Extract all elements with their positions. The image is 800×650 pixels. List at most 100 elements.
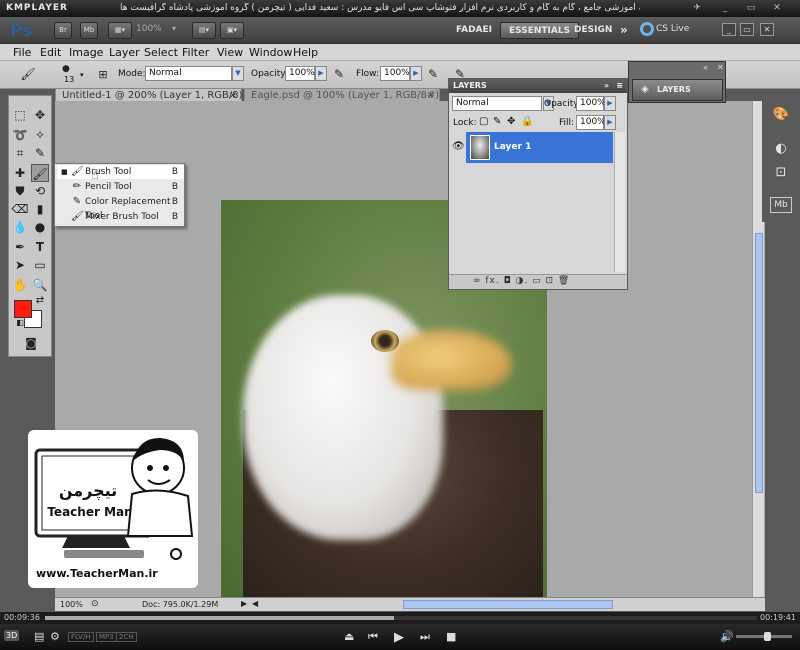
menu-filter[interactable]: Filter [182, 46, 209, 59]
crop-tool-icon[interactable]: ⌗ [11, 144, 29, 162]
bridge-button[interactable]: Br [54, 22, 72, 39]
zoom-level[interactable]: 100% [136, 24, 162, 34]
lock-position-icon[interactable]: ✥ [507, 116, 515, 127]
pen-tool-icon[interactable]: ✒ [11, 238, 29, 256]
opacity-slider-icon[interactable]: ▶ [315, 66, 327, 81]
vertical-scroll-thumb[interactable] [755, 233, 763, 493]
layers-scrollbar[interactable] [614, 132, 625, 272]
layer-row[interactable]: Layer 1 [466, 132, 613, 163]
playlist-icon[interactable]: ▤ [34, 630, 44, 643]
menu-select[interactable]: Select [144, 46, 178, 59]
swap-colors-icon[interactable]: ⇄ [31, 292, 49, 310]
kmplayer-logo[interactable]: KMPLAYER [6, 3, 68, 13]
settings-icon[interactable]: ⚙ [50, 630, 60, 643]
more-workspaces-icon[interactable]: » [612, 22, 636, 39]
close-icon[interactable]: ✕ [770, 2, 784, 14]
mode-select[interactable]: Normal [145, 66, 232, 81]
layer-action-icons[interactable]: ∞ fx. ◘ ◑. ▭ ⊡ 🗑 [473, 276, 570, 286]
gradient-tool-icon[interactable]: ▮ [31, 200, 49, 218]
eject-icon[interactable]: ⏏ [344, 630, 354, 643]
brush-size[interactable]: 13 [64, 75, 74, 84]
menu-layer[interactable]: Layer [109, 46, 140, 59]
layer-opacity-slider-icon[interactable]: ▶ [604, 96, 616, 111]
flow-input[interactable]: 100% [380, 66, 410, 81]
mode-dropdown-icon[interactable]: ▼ [232, 66, 244, 81]
mini-bridge-panel-icon[interactable]: Mb [770, 197, 792, 213]
layers-panel-button[interactable]: ◈ LAYERS [632, 79, 723, 101]
type-tool-icon[interactable]: T [31, 238, 49, 256]
tab-close-icon[interactable]: × [229, 90, 237, 101]
airbrush-icon[interactable]: ✎ [425, 66, 441, 83]
status-zoom[interactable]: 100% [60, 600, 83, 609]
tool-preset-brush-icon[interactable]: 🖌 [20, 66, 36, 83]
rectangle-tool-icon[interactable]: ▭ [31, 256, 49, 274]
pin-icon[interactable]: ✈ [690, 2, 704, 14]
lasso-tool-icon[interactable]: ➰ [11, 126, 29, 144]
view-extras-icon[interactable]: ▦▾ [108, 22, 132, 39]
move-tool-icon[interactable]: ✥ [31, 106, 49, 124]
dodge-tool-icon[interactable]: ● [31, 218, 49, 236]
volume-slider[interactable] [736, 632, 792, 641]
lock-pixels-icon[interactable]: ✎ [493, 116, 501, 127]
layer-name[interactable]: Layer 1 [494, 142, 531, 152]
quick-selection-tool-icon[interactable]: ✧ [31, 126, 49, 144]
fill-input[interactable]: 100% [576, 115, 606, 130]
menu-view[interactable]: View [217, 46, 243, 59]
status-zoom-icon[interactable]: ⊙ [91, 599, 99, 609]
masks-panel-icon[interactable]: ⊡ [770, 163, 792, 183]
adjustments-panel-icon[interactable]: ◐ [770, 139, 792, 159]
path-selection-tool-icon[interactable]: ➤ [11, 256, 29, 274]
screen-mode-icon[interactable]: ▣▾ [220, 22, 244, 39]
close-panel-icon[interactable]: ✕ [717, 63, 724, 72]
flyout-brush-tool[interactable]: ■ 🖌 Brush Tool B [57, 165, 184, 179]
horizontal-scroll-thumb[interactable] [403, 600, 613, 609]
clone-stamp-tool-icon[interactable]: ⛊ [11, 182, 29, 200]
expand-panels-icon[interactable]: « [703, 63, 708, 72]
tablet-opacity-icon[interactable]: ✎ [331, 66, 347, 83]
fill-slider-icon[interactable]: ▶ [604, 115, 616, 130]
mini-bridge-button[interactable]: Mb [80, 22, 98, 39]
brush-picker-dropdown-icon[interactable]: ▾ [80, 71, 84, 79]
flyout-pencil-tool[interactable]: ✏ Pencil Tool B [57, 180, 184, 194]
brush-tool-icon[interactable]: 🖌 [31, 164, 49, 182]
layer-opacity-input[interactable]: 100% [576, 96, 606, 111]
lock-transparency-icon[interactable]: ▢ [479, 116, 488, 127]
3d-mode-button[interactable]: 3D [4, 630, 20, 641]
status-menu-icon[interactable]: ▶ [241, 599, 247, 608]
opacity-input[interactable]: 100% [285, 66, 315, 81]
brush-preview-icon[interactable]: ● [62, 64, 70, 74]
eraser-tool-icon[interactable]: ⌫ [11, 200, 29, 218]
marquee-tool-icon[interactable]: ⬚ [11, 106, 29, 124]
scroll-left-icon[interactable]: ◀ [252, 599, 258, 608]
zoom-dropdown-icon[interactable]: ▾ [172, 24, 176, 33]
layers-panel-header[interactable]: LAYERS » ≡ [449, 79, 627, 93]
logo-url[interactable]: www.TeacherMan.ir [36, 567, 158, 580]
menu-file[interactable]: File [13, 46, 31, 59]
lock-all-icon[interactable]: 🔒 [521, 116, 533, 127]
healing-brush-tool-icon[interactable]: ✚ [11, 164, 29, 182]
color-panel-icon[interactable]: 🎨 [770, 105, 792, 125]
previous-icon[interactable]: ⏮ [368, 630, 378, 644]
volume-icon[interactable]: 🔊 [720, 630, 734, 643]
foreground-color-swatch[interactable] [14, 300, 32, 318]
menu-window[interactable]: Window [249, 46, 292, 59]
blend-mode-select[interactable]: Normal [452, 96, 542, 111]
volume-handle[interactable] [764, 632, 771, 641]
restore-icon[interactable]: ▭ [744, 2, 758, 14]
next-icon[interactable]: ⏭ [420, 630, 430, 644]
minimize-icon[interactable]: _ [718, 2, 732, 14]
panel-menu-icon[interactable]: ≡ [616, 79, 623, 93]
ps-restore-icon[interactable]: ▭ [740, 23, 754, 36]
eyedropper-tool-icon[interactable]: ✎ [31, 144, 49, 162]
quick-mask-icon[interactable]: ◙ [21, 334, 41, 352]
cs-live-icon[interactable] [640, 22, 654, 36]
hand-tool-icon[interactable]: ✋ [11, 276, 29, 294]
collapse-panel-icon[interactable]: » [604, 79, 609, 93]
play-icon[interactable]: ▶ [394, 630, 404, 645]
layer-visibility-eye-icon[interactable]: 👁 [452, 141, 465, 152]
ps-close-icon[interactable]: ✕ [760, 23, 774, 36]
seek-track[interactable] [45, 616, 757, 620]
ps-minimize-icon[interactable]: _ [722, 23, 736, 36]
brush-panel-toggle-icon[interactable]: ⊞ [95, 66, 111, 83]
menu-help[interactable]: Help [293, 46, 318, 59]
